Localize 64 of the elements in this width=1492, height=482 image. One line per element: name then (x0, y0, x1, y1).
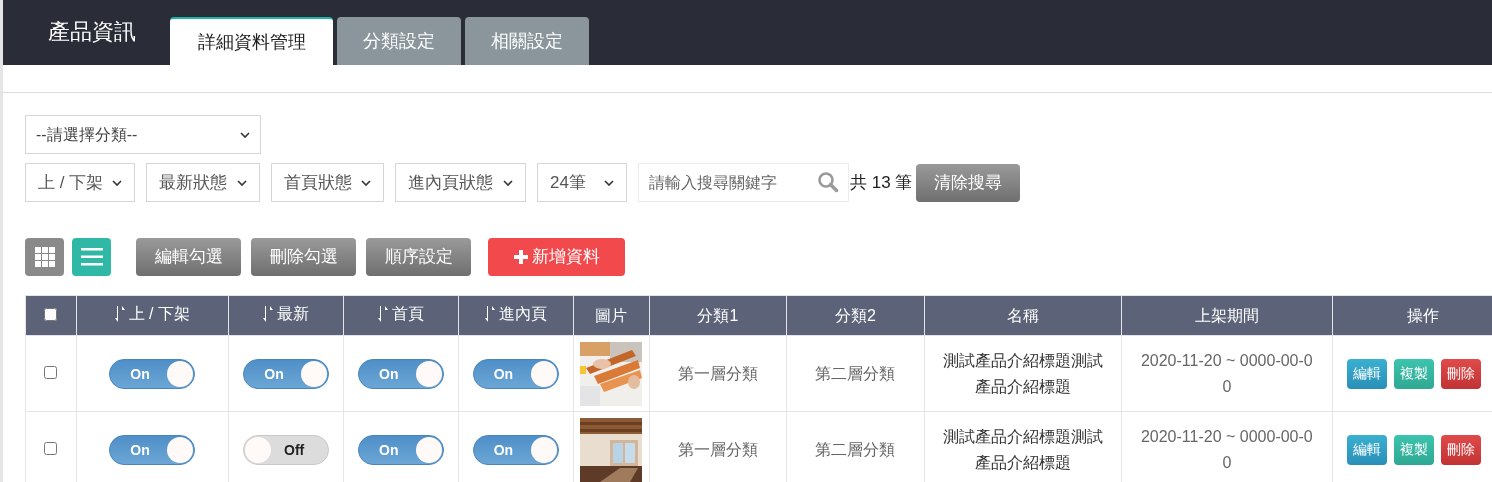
grid-icon (34, 247, 55, 267)
toggle-switch[interactable]: On (243, 358, 330, 389)
category-select[interactable]: --請選擇分類-- (25, 115, 261, 154)
tab[interactable]: 詳細資料管理 (170, 17, 333, 65)
toggle-switch[interactable]: On (109, 434, 196, 465)
caret-icon (237, 179, 247, 186)
sort-icon (378, 306, 388, 322)
toggle-switch[interactable]: On (358, 358, 444, 389)
action-button[interactable]: 順序設定 (366, 238, 471, 276)
action-button[interactable]: 編輯勾選 (136, 238, 241, 276)
sort-icon (484, 306, 495, 322)
action-button[interactable]: 刪除勾選 (251, 238, 356, 276)
caret-icon (361, 179, 371, 186)
tab[interactable]: 分類設定 (337, 17, 461, 65)
filter-select[interactable]: 進內頁狀態 (395, 163, 526, 202)
toggle-switch[interactable]: On (358, 434, 444, 465)
caret-icon (112, 179, 122, 186)
filter-select[interactable]: 最新狀態 (146, 163, 260, 202)
add-button[interactable]: 新增資料 (488, 238, 625, 276)
edit-button[interactable]: 編輯 (1346, 358, 1387, 389)
column-header: 分類1 (697, 305, 739, 326)
table-cell: 2020-11-20 ~ 0000-00-00 (1140, 427, 1313, 471)
column-header: 名稱 (1006, 305, 1039, 326)
toggle-switch[interactable]: On (109, 358, 196, 389)
delete-button[interactable]: 刪除 (1440, 434, 1481, 465)
edit-button[interactable]: 編輯 (1346, 434, 1387, 465)
toggle-switch[interactable]: On (472, 434, 559, 465)
search-icon[interactable] (817, 171, 839, 193)
menu-icon (80, 248, 103, 266)
toggle-switch[interactable]: On (472, 358, 559, 389)
table-cell: 2020-11-20 ~ 0000-00-00 (1140, 351, 1313, 395)
list-view-button[interactable] (72, 238, 111, 276)
result-count: 共 13 筆 (850, 171, 913, 194)
table-cell: 第二層分類 (815, 364, 896, 382)
column-header: 操作 (1407, 305, 1440, 326)
row-checkbox[interactable] (44, 441, 58, 455)
column-header: 分類2 (834, 305, 876, 326)
caret-icon (503, 179, 513, 186)
caret-icon (240, 131, 250, 138)
table-cell: 測試產品介紹標題測試產品介紹標題 (942, 351, 1103, 395)
tab[interactable]: 相關設定 (465, 17, 589, 65)
column-header: 上架期間 (1194, 305, 1259, 326)
column-header: 圖片 (595, 305, 628, 326)
copy-button[interactable]: 複製 (1393, 358, 1434, 389)
toggle-switch[interactable]: Off (243, 434, 330, 465)
select-all-checkbox[interactable] (44, 307, 58, 321)
table-cell: 測試產品介紹標題測試產品介紹標題 (942, 427, 1103, 471)
table-cell: 第二層分類 (815, 440, 896, 458)
caret-icon (604, 179, 614, 186)
filter-select[interactable]: 上 / 下架 (25, 163, 135, 202)
table-cell: 第一層分類 (677, 364, 758, 382)
plus-icon (513, 250, 528, 264)
page-title: 產品資訊 (48, 18, 137, 46)
search-field[interactable]: 請輸入搜尋關鍵字 (638, 163, 849, 202)
table-cell: 第一層分類 (677, 440, 758, 458)
sort-icon (114, 306, 125, 322)
grid-view-button[interactable] (25, 238, 64, 276)
delete-button[interactable]: 刪除 (1440, 358, 1481, 389)
filter-select[interactable]: 24筆 (537, 163, 627, 202)
filter-select[interactable]: 首頁狀態 (271, 163, 384, 202)
row-checkbox[interactable] (44, 365, 58, 379)
sort-icon (263, 306, 274, 322)
copy-button[interactable]: 複製 (1393, 434, 1434, 465)
clear-search-button[interactable]: 清除搜尋 (916, 163, 1021, 202)
